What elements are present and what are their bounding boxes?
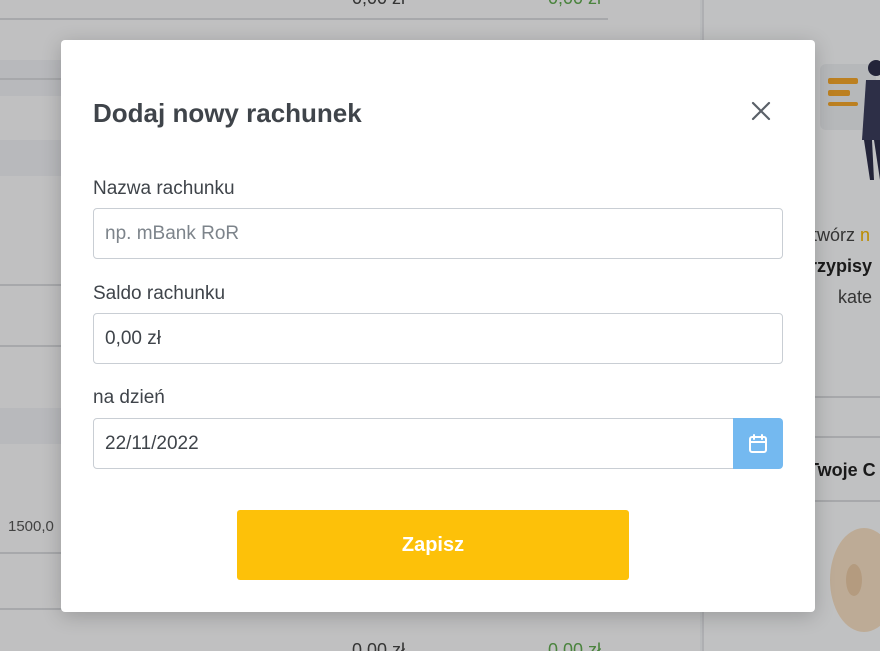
date-input[interactable] bbox=[93, 418, 734, 469]
account-name-label: Nazwa rachunku bbox=[93, 178, 235, 199]
date-label: na dzień bbox=[93, 387, 165, 408]
balance-label: Saldo rachunku bbox=[93, 283, 226, 304]
balance-input[interactable] bbox=[93, 313, 783, 364]
calendar-icon bbox=[749, 433, 767, 453]
close-icon[interactable] bbox=[749, 99, 773, 123]
modal-title: Dodaj nowy rachunek bbox=[93, 98, 362, 128]
account-name-input[interactable] bbox=[93, 208, 783, 259]
save-button[interactable]: Zapisz bbox=[237, 510, 629, 580]
calendar-button[interactable] bbox=[733, 418, 783, 469]
add-account-modal: Dodaj nowy rachunek Nazwa rachunku Saldo… bbox=[61, 40, 815, 612]
